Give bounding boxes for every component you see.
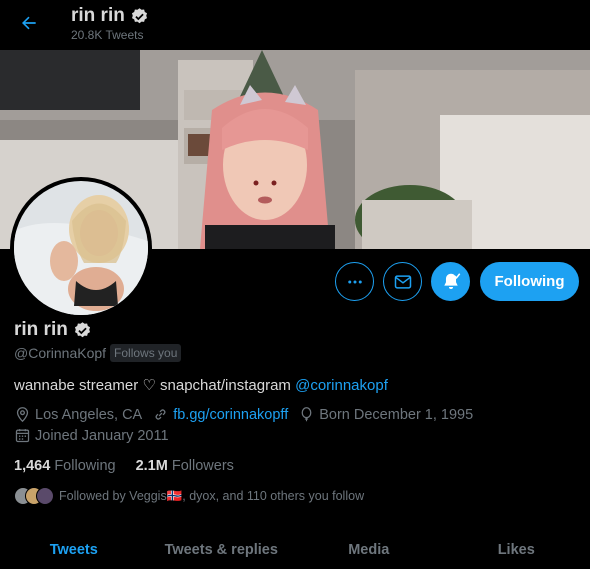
joined: Joined January 2011 [14, 427, 169, 444]
tab-tweets[interactable]: Tweets [0, 528, 148, 569]
location-icon [16, 407, 29, 423]
birthday-text: Born December 1, 1995 [319, 406, 474, 423]
bio-mention-link[interactable]: @corinnakopf [295, 377, 388, 394]
tweet-count: 20.8K Tweets [71, 28, 144, 42]
tab-likes[interactable]: Likes [443, 528, 590, 569]
location-text: Los Angeles, CA [35, 406, 143, 423]
profile-handle: @CorinnaKopf [14, 345, 107, 361]
following-label: Following [54, 458, 116, 474]
verified-badge-icon [131, 7, 147, 23]
header-name: rin rin [71, 5, 125, 26]
profile-tabs: Tweets Tweets & replies Media Likes [0, 528, 590, 569]
profile-name: rin rin [14, 319, 92, 341]
link-icon [155, 409, 166, 420]
website-link[interactable]: fb.gg/corinnakopff [173, 407, 288, 423]
mini-avatar [36, 487, 54, 505]
notifications-button[interactable] [431, 262, 470, 301]
followers-you-know-avatars [14, 487, 54, 505]
avatar[interactable] [10, 177, 152, 319]
joined-text: Joined January 2011 [35, 427, 169, 444]
joined-row: Joined January 2011 [14, 427, 179, 444]
handle-row: @CorinnaKopf Follows you [14, 344, 182, 362]
bell-notification-icon [443, 272, 460, 289]
location: Los Angeles, CA [14, 406, 142, 423]
followed-by[interactable]: Followed by Veggis🇳🇴, dyox, and 110 othe… [14, 487, 364, 505]
tab-media[interactable]: Media [295, 528, 443, 569]
profile-bio: wannabe streamer ♡ snapchat/instagram @c… [14, 376, 388, 394]
back-arrow-icon [22, 16, 36, 30]
following-button-label: Following [494, 273, 565, 290]
top-bar: rin rin 20.8K Tweets [0, 0, 590, 50]
followers-stat[interactable]: 2.1M Followers [136, 458, 234, 474]
back-button[interactable] [14, 8, 44, 38]
following-stat[interactable]: 1,464 Following [14, 458, 116, 474]
following-button[interactable]: Following [480, 262, 579, 301]
calendar-icon [15, 429, 30, 443]
profile-name-text: rin rin [14, 319, 68, 340]
more-icon [347, 280, 362, 283]
more-button[interactable] [335, 262, 374, 301]
following-count: 1,464 [14, 458, 51, 474]
verified-badge-icon [74, 321, 90, 337]
followers-count: 2.1M [135, 458, 168, 474]
message-button[interactable] [383, 262, 422, 301]
follows-you-badge: Follows you [110, 344, 182, 362]
tab-tweets-and-replies[interactable]: Tweets & replies [148, 528, 296, 569]
mail-icon [394, 274, 411, 289]
website: fb.gg/corinnakopff [152, 406, 288, 423]
follow-stats: 1,464 Following 2.1M Followers [14, 458, 234, 474]
birthday: Born December 1, 1995 [298, 406, 473, 423]
bio-text: wannabe streamer ♡ snapchat/instagram [14, 377, 296, 394]
profile-meta: Los Angeles, CA fb.gg/corinnakopff Born … [14, 406, 483, 423]
followed-by-text: Followed by Veggis🇳🇴, dyox, and 110 othe… [59, 488, 365, 503]
balloon-icon [301, 407, 312, 422]
followers-label: Followers [171, 458, 234, 474]
header-title: rin rin [71, 5, 149, 27]
